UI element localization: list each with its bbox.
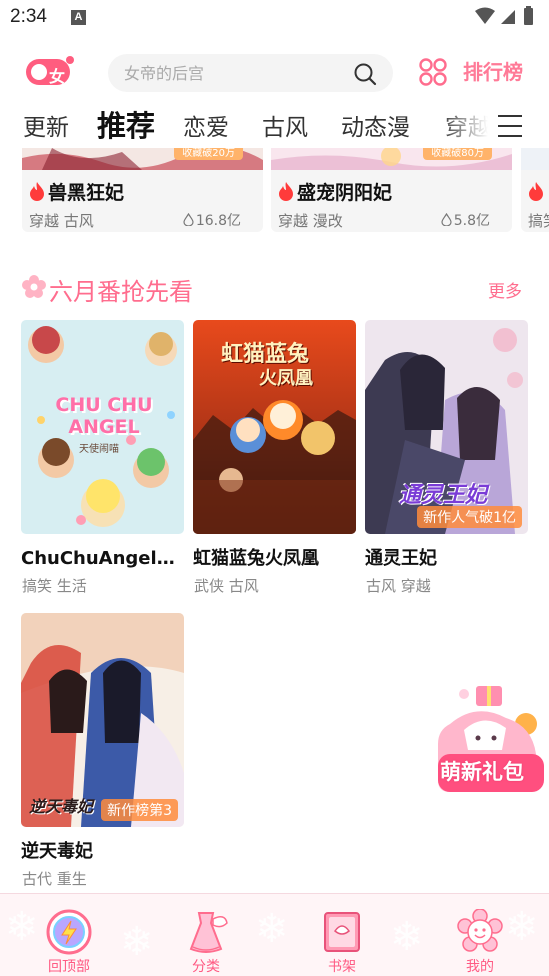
nav-label: 回顶部 — [48, 959, 90, 975]
snowflake-icon: ❄ — [255, 906, 289, 952]
app-logo[interactable]: 女 — [24, 54, 76, 88]
gift-label: 萌新礼包 — [440, 760, 524, 784]
strip-card[interactable]: 收藏破20万 兽黑狂妃 穿越 古风 16.8亿 — [22, 148, 263, 232]
comic-cover[interactable]: 虹猫蓝兔 火凤凰 — [193, 320, 356, 534]
search-box[interactable] — [108, 54, 393, 92]
strip-card[interactable]: 收藏破80万 盛宠阴阳妃 穿越 漫改 5.8亿 — [271, 148, 512, 232]
tab-recommend[interactable]: 推荐 — [97, 103, 155, 145]
comic-cover[interactable]: CHU CHU ANGEL 天使闹喵 — [21, 320, 184, 534]
comic-tags: 古代 重生 — [22, 870, 87, 888]
fire-icon — [279, 182, 293, 201]
recommend-strip: 收藏破20万 兽黑狂妃 穿越 古风 16.8亿 收藏破80万 盛宠阴阳妃 穿越 … — [0, 148, 549, 232]
nav-category[interactable]: 分类 — [161, 894, 251, 976]
nav-label: 我的 — [466, 959, 494, 975]
comic-card[interactable]: 逆天毒妃 新作榜第3 逆天毒妃 古代 重生 — [21, 613, 184, 888]
signal-battery-icon — [475, 6, 533, 25]
cover-badge: 新作榜第3 — [101, 799, 178, 821]
notification-icon: A — [71, 10, 86, 25]
comic-card[interactable]: 通灵王妃 新作人气破1亿 通灵王妃 古风 穿越 — [365, 320, 528, 595]
more-link[interactable]: 更多 — [488, 277, 522, 302]
comic-title: 虹猫蓝兔火凤凰 — [193, 548, 319, 569]
lightning-icon — [46, 909, 92, 955]
strip-title: 兽黑狂妃 — [48, 182, 125, 204]
comic-tags: 武侠 古风 — [194, 577, 259, 595]
menu-icon[interactable] — [496, 112, 524, 140]
dress-icon — [189, 912, 228, 953]
nav-back-to-top[interactable]: 回顶部 — [24, 894, 114, 976]
nav-label: 分类 — [192, 959, 220, 975]
snowflake-icon: ❄ — [120, 919, 154, 965]
strip-card[interactable]: 搞笑 — [521, 148, 549, 232]
strip-tags: 穿越 漫改 — [278, 212, 343, 230]
snowflake-icon: ❄ — [390, 914, 424, 960]
comic-card[interactable]: CHU CHU ANGEL 天使闹喵 ChuChuAngel天使... 搞笑 生… — [21, 320, 184, 595]
popularity-icon — [183, 213, 194, 226]
fire-icon — [529, 182, 543, 201]
strip-views-value: 5.8亿 — [453, 213, 490, 229]
strip-views: 5.8亿 — [441, 210, 490, 230]
nav-label: 书架 — [328, 959, 356, 975]
tab-animated[interactable]: 动态漫 — [341, 108, 410, 142]
strip-tags: 穿越 古风 — [29, 212, 94, 230]
flower-face-icon — [457, 909, 503, 952]
status-bar: 2:34 A — [0, 0, 549, 38]
bottom-nav: ❄ ❄ ❄ ❄ ❄ 回顶部 分类 书架 我的 — [0, 893, 549, 976]
ranking-button[interactable]: 排行榜 — [463, 56, 523, 85]
cover-subtitle: 天使闹喵 — [79, 444, 119, 455]
tab-romance[interactable]: 恋爱 — [183, 108, 229, 142]
newbie-gift-button[interactable]: 萌新礼包 — [436, 684, 548, 796]
flower-icon — [22, 275, 46, 298]
fire-icon — [30, 182, 44, 201]
comic-title: 通灵王妃 — [365, 548, 437, 569]
cover-title: CHU CHU ANGEL — [55, 394, 153, 438]
comic-title: ChuChuAngel天使... — [21, 548, 184, 569]
strip-title: 盛宠阴阳妃 — [297, 182, 393, 204]
comic-cover[interactable]: 逆天毒妃 新作榜第3 — [21, 613, 184, 827]
strip-cover — [521, 148, 549, 170]
nav-bookshelf[interactable]: 书架 — [297, 894, 387, 976]
popularity-icon — [441, 213, 452, 226]
comic-tags: 古风 穿越 — [366, 577, 431, 595]
category-tabs: 更新 推荐 恋爱 古风 动态漫 穿越 — [0, 100, 549, 148]
strip-tags: 搞笑 — [528, 212, 549, 230]
comic-card[interactable]: 虹猫蓝兔 火凤凰 虹猫蓝兔火凤凰 武侠 古风 — [193, 320, 356, 595]
book-icon — [324, 912, 360, 952]
comic-cover[interactable]: 通灵王妃 新作人气破1亿 — [365, 320, 528, 534]
category-grid-icon[interactable] — [418, 57, 448, 87]
strip-badge: 收藏破80万 — [423, 148, 492, 160]
tab-ancient[interactable]: 古风 — [262, 108, 308, 142]
cover-subtitle: 火凤凰 — [259, 368, 313, 389]
cover-title: 逆天毒妃 — [29, 797, 94, 816]
search-icon[interactable] — [353, 62, 377, 86]
cover-title: 通灵王妃 — [399, 483, 488, 508]
cover-badge: 新作人气破1亿 — [417, 506, 522, 528]
tab-update[interactable]: 更新 — [23, 108, 69, 142]
status-time: 2:34 — [10, 6, 47, 27]
tabs-fade — [440, 100, 500, 148]
logo-text: 女 — [49, 67, 66, 86]
strip-badge: 收藏破20万 — [174, 148, 243, 160]
nav-profile[interactable]: 我的 — [435, 894, 525, 976]
comic-tags: 搞笑 生活 — [22, 577, 87, 595]
strip-views-value: 16.8亿 — [195, 213, 241, 229]
comic-title: 逆天毒妃 — [21, 841, 93, 862]
search-input[interactable] — [124, 54, 344, 92]
section-title: 六月番抢先看 — [49, 278, 193, 306]
strip-views: 16.8亿 — [183, 210, 241, 230]
